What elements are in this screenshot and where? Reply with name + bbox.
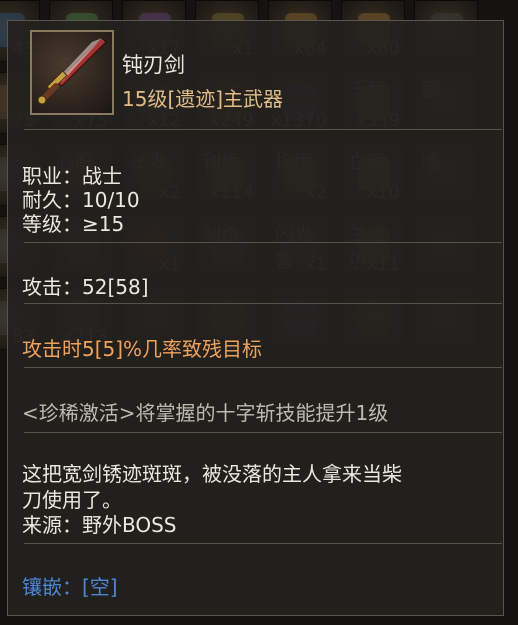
special-effect: 攻击时5[5]%几率致残目标 xyxy=(22,337,263,361)
divider xyxy=(24,543,502,544)
source: 来源：野外BOSS xyxy=(22,513,177,537)
sword-icon xyxy=(37,37,107,105)
item-subtitle: 15级[遗迹]主武器 xyxy=(122,87,284,111)
divider xyxy=(24,129,502,130)
item-name: 钝刃剑 xyxy=(122,53,185,77)
item-tooltip: 钝刃剑 15级[遗迹]主武器 职业：战士 耐久：10/10 等级：≥15 攻击：… xyxy=(7,20,504,616)
rare-activation: <珍稀激活>将掌握的十字斩技能提升1级 xyxy=(22,401,389,425)
description-line-1: 这把宽剑锈迹斑斑，被没落的主人拿来当柴 xyxy=(22,462,402,486)
divider xyxy=(24,242,502,243)
divider xyxy=(24,432,502,433)
divider xyxy=(24,367,502,368)
level-requirement: 等级：≥15 xyxy=(22,212,125,236)
attack-stat: 攻击：52[58] xyxy=(22,275,149,299)
socket-slot[interactable]: 镶嵌：[空] xyxy=(22,571,118,600)
item-icon-frame xyxy=(30,30,114,115)
divider xyxy=(24,303,502,304)
